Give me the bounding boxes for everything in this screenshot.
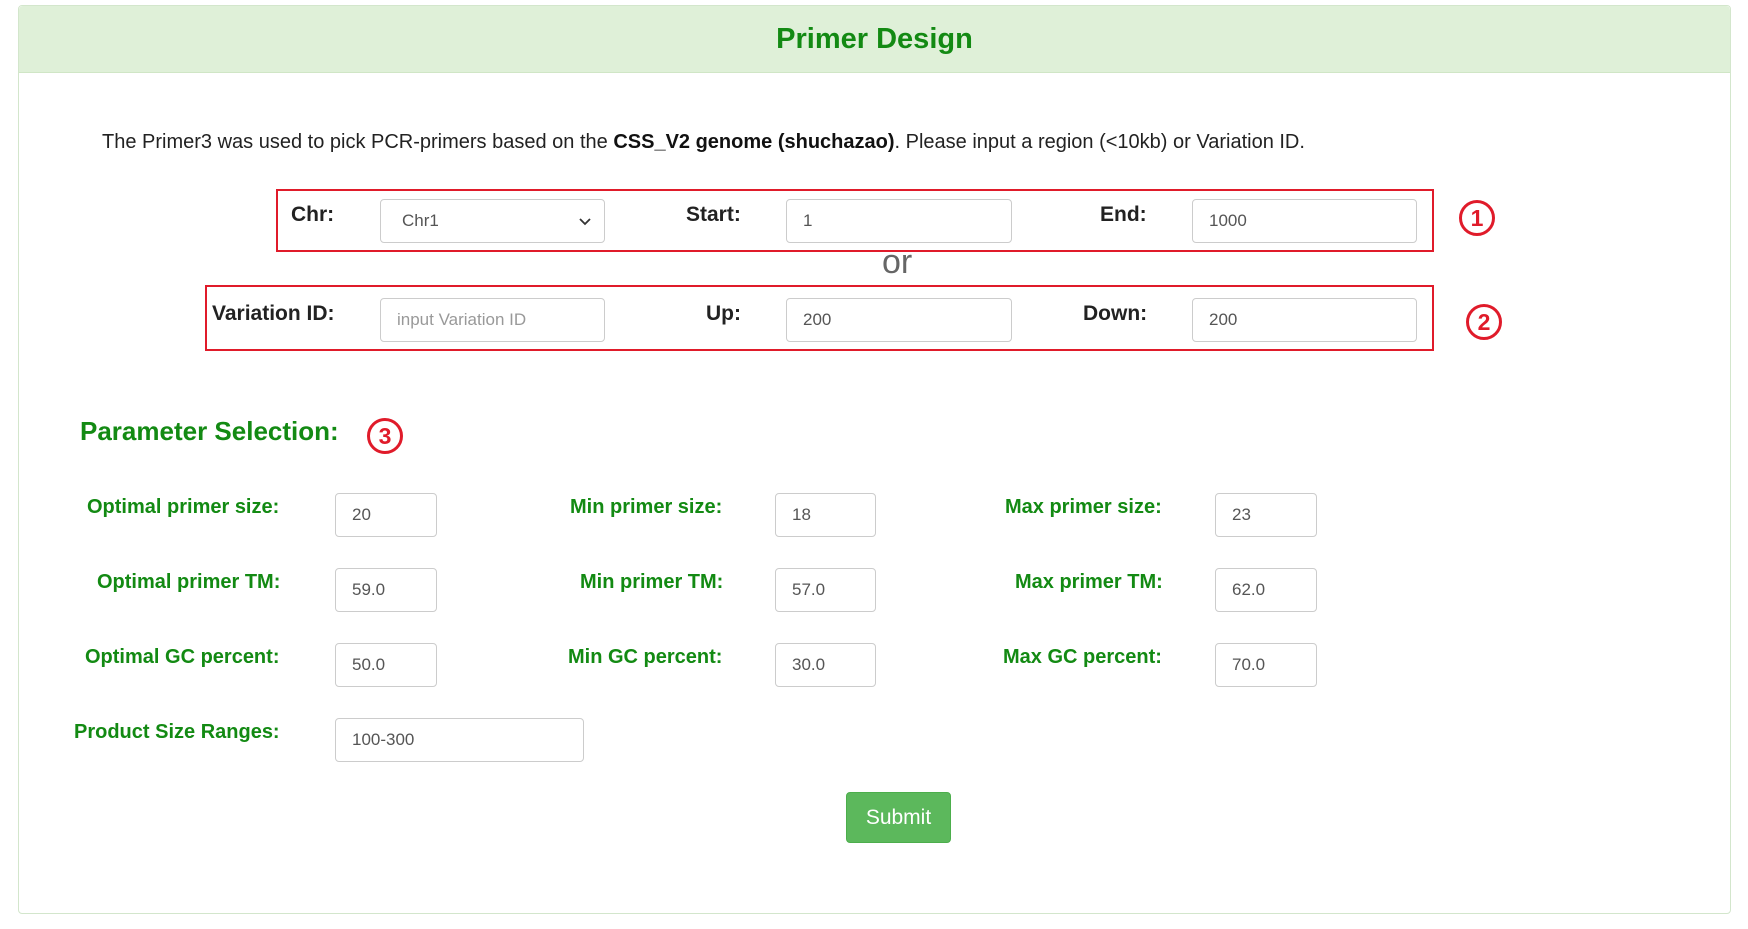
intro-genome: CSS_V2 genome (shuchazao) — [613, 131, 895, 153]
down-label: Down: — [1083, 302, 1148, 325]
chr-label: Chr: — [291, 203, 335, 226]
max-primer-size-label: Max primer size: — [1005, 496, 1162, 518]
optimal-gc-percent-input[interactable] — [335, 643, 437, 687]
min-primer-tm-input[interactable] — [775, 568, 876, 612]
down-input[interactable] — [1192, 298, 1417, 342]
up-input[interactable] — [786, 298, 1012, 342]
intro-text: The Primer3 was used to pick PCR-primers… — [102, 131, 1305, 154]
max-gc-percent-input[interactable] — [1215, 643, 1317, 687]
chevron-down-icon — [579, 218, 591, 226]
variation-id-label: Variation ID: — [212, 302, 335, 325]
or-separator: or — [882, 243, 913, 281]
optimal-primer-tm-label: Optimal primer TM: — [97, 571, 281, 593]
variation-id-input[interactable] — [380, 298, 605, 342]
min-gc-percent-label: Min GC percent: — [568, 646, 723, 668]
max-primer-size-input[interactable] — [1215, 493, 1317, 537]
optimal-primer-size-label: Optimal primer size: — [87, 496, 280, 518]
chr-select-value: Chr1 — [402, 211, 439, 230]
marker-one: 1 — [1459, 200, 1495, 236]
product-size-ranges-input[interactable] — [335, 718, 584, 762]
min-primer-tm-label: Min primer TM: — [580, 571, 724, 593]
chr-select[interactable]: Chr1 — [380, 199, 605, 243]
intro-prefix: The Primer3 was used to pick PCR-primers… — [102, 131, 614, 153]
panel-title: Primer Design — [19, 6, 1730, 73]
parameter-selection-title: Parameter Selection: — [80, 416, 339, 446]
start-input[interactable] — [786, 199, 1012, 243]
optimal-gc-percent-label: Optimal GC percent: — [85, 646, 280, 668]
start-label: Start: — [686, 203, 741, 226]
end-input[interactable] — [1192, 199, 1417, 243]
max-primer-tm-label: Max primer TM: — [1015, 571, 1163, 593]
submit-button[interactable]: Submit — [846, 792, 951, 843]
optimal-primer-tm-input[interactable] — [335, 568, 437, 612]
optimal-primer-size-input[interactable] — [335, 493, 437, 537]
product-size-ranges-label: Product Size Ranges: — [74, 721, 280, 743]
min-primer-size-label: Min primer size: — [570, 496, 723, 518]
marker-two: 2 — [1466, 304, 1502, 340]
marker-three: 3 — [367, 418, 403, 454]
up-label: Up: — [706, 302, 741, 325]
end-label: End: — [1100, 203, 1147, 226]
max-gc-percent-label: Max GC percent: — [1003, 646, 1162, 668]
min-primer-size-input[interactable] — [775, 493, 876, 537]
min-gc-percent-input[interactable] — [775, 643, 876, 687]
max-primer-tm-input[interactable] — [1215, 568, 1317, 612]
intro-suffix: . Please input a region (<10kb) or Varia… — [894, 131, 1305, 153]
